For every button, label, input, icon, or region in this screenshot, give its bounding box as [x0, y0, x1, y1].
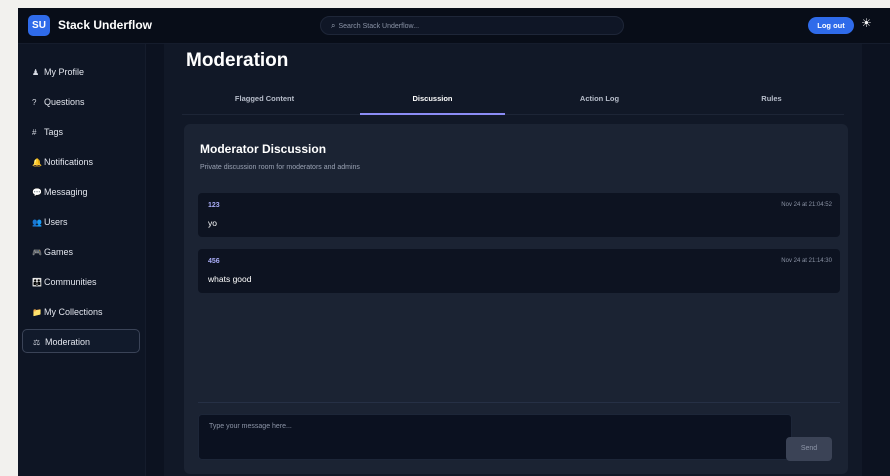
tab-discussion[interactable]: Discussion	[360, 89, 505, 115]
message-input[interactable]	[198, 414, 792, 460]
logout-button[interactable]: Log out	[808, 17, 854, 34]
sidebar-item-label: Notifications	[44, 157, 94, 167]
discussion-panel: Moderator Discussion Private discussion …	[184, 124, 848, 474]
top-bar: SU Stack Underflow ⌕ Search Stack Underfl…	[18, 8, 890, 44]
panel-title: Moderator Discussion	[200, 142, 327, 156]
search-icon: ⌕	[331, 21, 336, 30]
sidebar-item-label: My Collections	[44, 307, 103, 317]
right-strip	[864, 44, 890, 476]
search-input[interactable]: ⌕ Search Stack Underflow...	[320, 16, 624, 35]
message-author[interactable]: 456	[208, 258, 220, 265]
question-icon: ?	[32, 98, 37, 107]
gamepad-icon: 🎮	[32, 248, 42, 257]
chat-icon: 💬	[32, 188, 42, 197]
theme-toggle-icon[interactable]: ☀	[861, 16, 872, 30]
users-icon: 👥	[32, 218, 42, 227]
sidebar-gutter	[146, 44, 164, 476]
folder-icon: 📁	[32, 308, 42, 317]
sidebar-item-label: Questions	[44, 97, 85, 107]
sidebar-item-games[interactable]: 🎮 Games	[22, 240, 140, 264]
bell-icon: 🔔	[32, 158, 42, 167]
group-icon: 👪	[32, 278, 42, 287]
sidebar-item-users[interactable]: 👥 Users	[22, 210, 140, 234]
sidebar-item-label: Games	[44, 247, 74, 257]
tab-flagged-content[interactable]: Flagged Content	[192, 89, 337, 115]
message-text: whats good	[208, 274, 252, 284]
sidebar-item-label: My Profile	[44, 67, 85, 77]
sidebar-item-label: Communities	[44, 277, 97, 287]
tab-rules[interactable]: Rules	[699, 89, 844, 115]
app-window: SU Stack Underflow ⌕ Search Stack Underfl…	[18, 8, 890, 476]
sidebar-item-my-collections[interactable]: 📁 My Collections	[22, 300, 140, 324]
sidebar: ♟ My Profile ? Questions # Tags 🔔 Notificati…	[18, 44, 146, 476]
hash-icon: #	[32, 128, 37, 137]
sidebar-item-label: Tags	[44, 127, 64, 137]
message-item: 123 Nov 24 at 21:04:52 yo	[198, 193, 840, 237]
sidebar-item-my-profile[interactable]: ♟ My Profile	[22, 60, 140, 84]
main-content: Moderation Flagged Content Discussion Ac…	[164, 44, 862, 476]
tab-bar: Flagged Content Discussion Action Log Ru…	[182, 89, 844, 115]
logo-badge[interactable]: SU	[28, 15, 50, 36]
search-placeholder: Search Stack Underflow...	[338, 23, 420, 30]
message-author[interactable]: 123	[208, 202, 220, 209]
send-button[interactable]: Send	[786, 437, 832, 461]
sidebar-item-communities[interactable]: 👪 Communities	[22, 270, 140, 294]
message-timestamp: Nov 24 at 21:04:52	[781, 202, 832, 208]
sidebar-item-notifications[interactable]: 🔔 Notifications	[22, 150, 140, 174]
sidebar-item-tags[interactable]: # Tags	[22, 120, 140, 144]
page-title: Moderation	[186, 50, 289, 71]
brand-name[interactable]: Stack Underflow	[58, 18, 152, 32]
message-item: 456 Nov 24 at 21:14:30 whats good	[198, 249, 840, 293]
sidebar-item-label: Moderation	[45, 337, 91, 347]
sidebar-item-messaging[interactable]: 💬 Messaging	[22, 180, 140, 204]
panel-subtitle: Private discussion room for moderators a…	[200, 164, 360, 171]
sidebar-item-moderation[interactable]: ⚖ Moderation	[22, 329, 140, 353]
sidebar-item-questions[interactable]: ? Questions	[22, 90, 140, 114]
composer-divider	[198, 402, 840, 403]
message-timestamp: Nov 24 at 21:14:30	[781, 258, 832, 264]
tab-action-log[interactable]: Action Log	[527, 89, 672, 115]
profile-icon: ♟	[32, 68, 40, 77]
sidebar-item-label: Users	[44, 217, 68, 227]
message-text: yo	[208, 218, 217, 228]
sidebar-item-label: Messaging	[44, 187, 88, 197]
moderation-icon: ⚖	[33, 338, 41, 347]
